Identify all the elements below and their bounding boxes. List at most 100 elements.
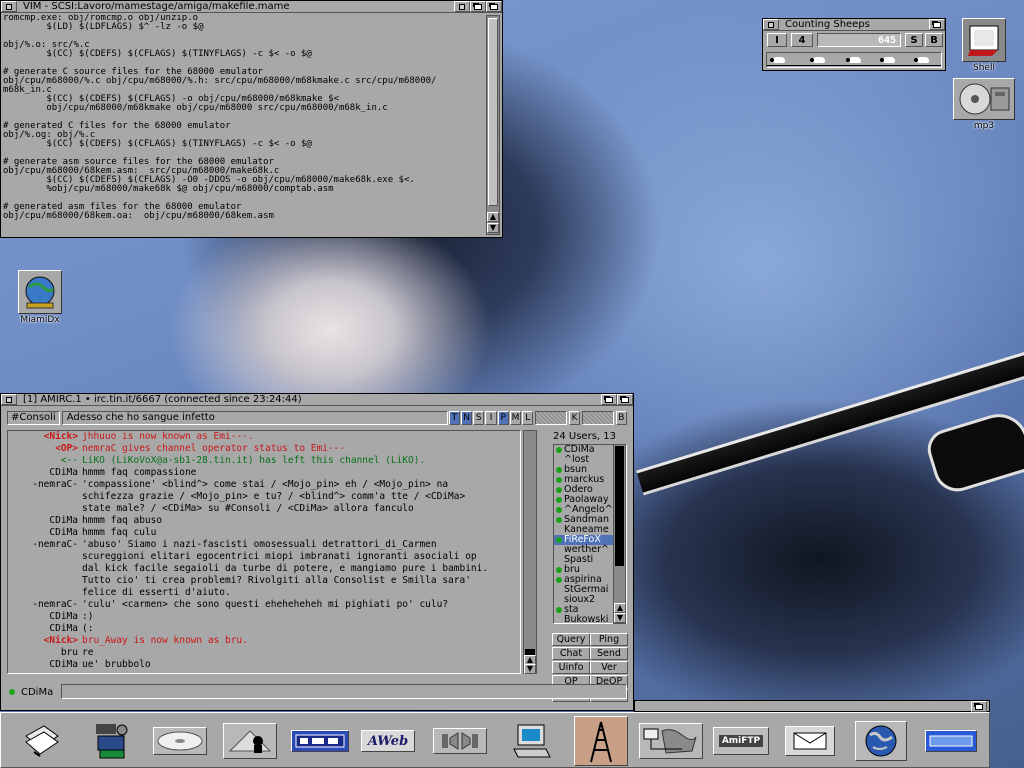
dock-item-antenna[interactable] — [573, 715, 629, 767]
iconify-button[interactable] — [454, 1, 470, 12]
dock-item-mail[interactable] — [783, 719, 837, 763]
dock-item-tray[interactable] — [923, 719, 979, 763]
chat-message: <Nick> bru_Away is now known as bru. — [8, 635, 520, 647]
ping-button[interactable]: Ping — [590, 633, 628, 646]
chat-nick — [8, 587, 82, 599]
chat-scroll-down-button[interactable]: ▼ — [524, 664, 536, 674]
mode-n-toggle[interactable]: N — [460, 411, 473, 425]
dock-item-drawer[interactable] — [17, 719, 67, 763]
depth-icon — [490, 3, 498, 10]
depth-button[interactable] — [929, 19, 945, 30]
chat-nick: -nemraC- — [32, 479, 78, 490]
vim-titlebar[interactable]: VIM - SCSI:Lavoro/mamestage/amiga/makefi… — [1, 1, 502, 13]
zoom-button[interactable] — [601, 394, 617, 405]
scroll-up-button[interactable]: ▲ — [487, 212, 499, 222]
query-button[interactable]: Query — [552, 633, 590, 646]
ban-list-button[interactable]: B — [615, 411, 627, 425]
mp3-label: mp3 — [973, 121, 995, 131]
send-button[interactable]: Send — [590, 647, 628, 660]
drawer-icon — [25, 725, 59, 757]
uinfo-button[interactable]: Uinfo — [552, 661, 590, 674]
dock-item-mixer[interactable] — [431, 719, 489, 763]
vim-scroll-knob[interactable] — [488, 18, 498, 206]
vim-window[interactable]: VIM - SCSI:Lavoro/mamestage/amiga/makefi… — [0, 0, 503, 238]
desktop-icon-miamidx[interactable]: MiamiDx — [18, 270, 62, 325]
dock-item-computer[interactable] — [509, 719, 555, 763]
mode-m-toggle[interactable]: M — [509, 411, 522, 425]
topic-field[interactable]: Adesso che ho sangue infetto — [61, 411, 448, 425]
close-button[interactable] — [1, 1, 17, 12]
scroll-down-button[interactable]: ▼ — [487, 223, 499, 233]
dock-item-equalizer[interactable] — [289, 719, 351, 763]
vim-editor-text[interactable]: romcmp.exe: obj/romcmp.o obj/unzip.o $(L… — [3, 14, 487, 236]
antenna-tower-icon — [590, 721, 612, 763]
grass-line — [767, 65, 941, 66]
chat-text: scureggioni elitari egocentrici miopi im… — [82, 551, 477, 562]
dock-item-network[interactable] — [637, 719, 705, 763]
mode-i-toggle[interactable]: I — [485, 411, 497, 425]
desktop-icon-mp3[interactable]: mp3 — [953, 78, 1015, 131]
close-button[interactable] — [763, 19, 779, 30]
vim-scrollbar[interactable]: ▲ ▼ — [486, 15, 500, 235]
own-op-status-icon — [9, 689, 15, 695]
mode-l-toggle[interactable]: L — [522, 411, 534, 425]
amirc-titlebar[interactable]: [1] AMIRC.1 • irc.tin.it/6667 (connected… — [1, 394, 633, 406]
chat-nick: CDiMa — [49, 611, 78, 622]
chat-button[interactable]: Chat — [552, 647, 590, 660]
aweb-icon: AWeb — [367, 733, 409, 749]
version-button[interactable]: Ver — [590, 661, 628, 674]
dock-item-chess[interactable] — [221, 719, 279, 763]
chat-nick: <-- — [60, 455, 78, 466]
chat-text: LiKO (LiKoVoX@a-sb1-28.tin.it) has left … — [82, 455, 426, 466]
dock-item-aweb[interactable]: AWeb — [359, 719, 417, 763]
close-button[interactable] — [1, 394, 17, 405]
channel-name[interactable]: #Consoli — [7, 411, 60, 425]
op-status-icon — [556, 497, 562, 503]
depth-button[interactable] — [486, 1, 502, 12]
sheeps-titlebar[interactable]: Counting Sheeps — [763, 19, 945, 31]
userlist-scroll-up-button[interactable]: ▲ — [614, 603, 626, 613]
desktop-icon-shell[interactable]: Shell — [962, 18, 1006, 73]
chat-text: nemraC gives channel operator status to … — [82, 443, 346, 454]
chat-scrollbar[interactable]: ▲ ▼ — [523, 430, 537, 674]
key-field[interactable] — [582, 411, 614, 425]
vim-text-line: $(CC) $(CDEFS) $(CFLAGS) $(TINYFLAGS) -c… — [3, 49, 312, 59]
chat-message: CDiMa ue' brubbolo — [8, 659, 520, 671]
zoom-button[interactable] — [470, 1, 486, 12]
userlist-scroll-down-button[interactable]: ▼ — [614, 613, 626, 623]
mode-k-toggle[interactable]: K — [568, 411, 581, 425]
chat-text: hmmm faq culu — [82, 527, 157, 538]
message-input[interactable] — [61, 684, 627, 699]
op-status-icon — [556, 447, 562, 453]
sheeps-button-4[interactable]: 4 — [791, 33, 813, 47]
sheeps-button-i[interactable]: I — [767, 33, 787, 47]
dock-depth-button[interactable] — [971, 701, 987, 712]
mode-p-toggle[interactable]: P — [497, 411, 509, 425]
dock-titlebar[interactable] — [634, 700, 990, 712]
dock-item-globe[interactable] — [853, 719, 909, 763]
op-status-icon — [556, 577, 562, 583]
mode-t-toggle[interactable]: T — [448, 411, 460, 425]
chat-message: -nemraC- 'culu' <carmen> che sono questi … — [8, 599, 520, 611]
amirc-window[interactable]: [1] AMIRC.1 • irc.tin.it/6667 (connected… — [0, 393, 634, 711]
limit-field[interactable] — [535, 411, 567, 425]
sheeps-button-s[interactable]: S — [905, 33, 923, 47]
chat-log[interactable]: <Nick> jhhuuo is now known as Emi---. <OP>… — [7, 430, 521, 674]
depth-button[interactable] — [617, 394, 633, 405]
dock-item-video[interactable] — [87, 719, 137, 763]
dock-item-cd[interactable] — [151, 719, 209, 763]
tray-icon — [929, 735, 973, 747]
counting-sheeps-window[interactable]: Counting Sheeps I 4 645 S B — [762, 18, 946, 71]
chat-message: -nemraC- 'abuso' Siamo i nazi-fascisti om… — [8, 539, 520, 551]
dock-item-amiftp[interactable]: AmiFTP — [711, 719, 771, 763]
sheeps-button-b[interactable]: B — [925, 33, 943, 47]
mode-s-toggle[interactable]: S — [473, 411, 485, 425]
chat-message: bru re — [8, 647, 520, 659]
chat-nick — [8, 491, 82, 503]
chat-text: felice di esserti d'aiuto. — [82, 587, 231, 598]
chat-message: felice di esserti d'aiuto. — [8, 587, 520, 599]
userlist-scroll-knob[interactable] — [615, 446, 624, 566]
chat-message: schifezza grazie / <Mojo_pin> e tu? / <b… — [8, 491, 520, 503]
amirc-title: [1] AMIRC.1 • irc.tin.it/6667 (connected… — [23, 394, 302, 405]
userlist-scrollbar[interactable]: ▲ ▼ — [613, 444, 626, 624]
